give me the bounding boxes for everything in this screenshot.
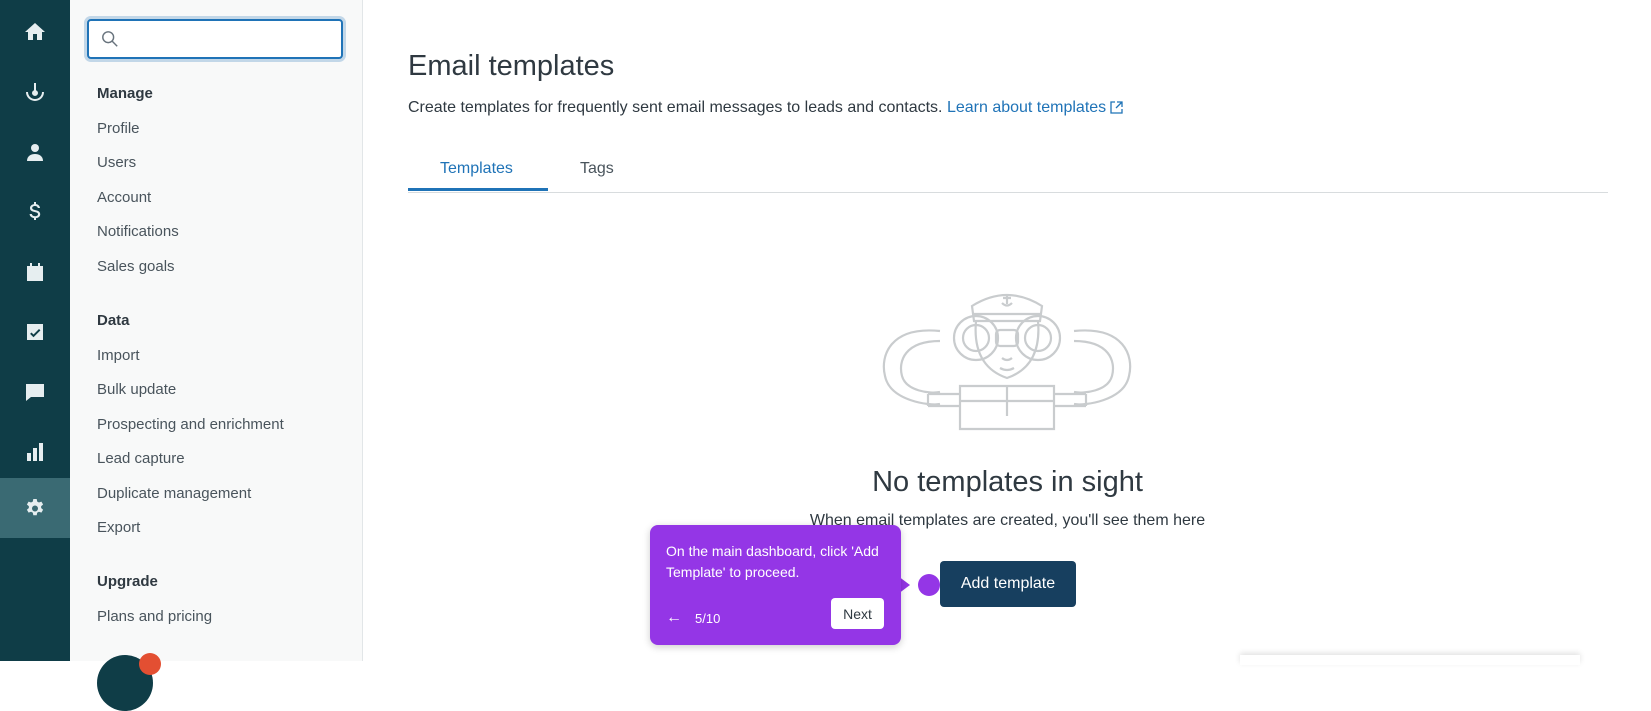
sidebar-item-users[interactable]: Users bbox=[97, 154, 136, 171]
description-text: Create templates for frequently sent ema… bbox=[408, 99, 943, 116]
sidebar-item-sales-goals[interactable]: Sales goals bbox=[97, 258, 175, 275]
rail-home[interactable] bbox=[0, 2, 70, 62]
tab-selected-indicator bbox=[408, 188, 548, 191]
reports-icon bbox=[27, 443, 43, 461]
tasks-icon bbox=[27, 324, 43, 340]
tour-tooltip: On the main dashboard, click 'Add Templa… bbox=[650, 525, 901, 645]
leads-icon bbox=[26, 83, 44, 101]
tab-tags[interactable]: Tags bbox=[580, 160, 614, 178]
chat-icon bbox=[26, 384, 44, 401]
learn-link-label: Learn about templates bbox=[946, 99, 1107, 116]
home-icon bbox=[25, 23, 45, 40]
section-data: Data bbox=[97, 312, 130, 329]
add-template-button[interactable]: Add template bbox=[940, 561, 1076, 607]
app-rail bbox=[0, 0, 70, 661]
empty-state-title: No templates in sight bbox=[872, 466, 1143, 498]
calendar-icon bbox=[27, 263, 43, 281]
sidebar-item-lead-capture[interactable]: Lead capture bbox=[97, 450, 185, 467]
notification-badge bbox=[139, 653, 161, 675]
rail-tasks[interactable] bbox=[0, 302, 70, 362]
settings-search[interactable] bbox=[87, 19, 343, 59]
sidebar-item-bulk-update[interactable]: Bulk update bbox=[97, 381, 176, 398]
learn-about-templates-link[interactable]: Learn about templates bbox=[947, 99, 1123, 116]
sailor-binoculars-illustration bbox=[882, 294, 1132, 431]
page-description: Create templates for frequently sent ema… bbox=[408, 99, 1123, 117]
sidebar-item-plans-pricing[interactable]: Plans and pricing bbox=[97, 608, 212, 625]
tab-bar: Templates Tags bbox=[408, 150, 1608, 193]
rail-contacts[interactable] bbox=[0, 122, 70, 182]
rail-calendar[interactable] bbox=[0, 242, 70, 302]
bottom-panel-edge bbox=[1240, 655, 1580, 665]
page-title: Email templates bbox=[408, 50, 615, 82]
sidebar-item-account[interactable]: Account bbox=[97, 189, 151, 206]
rail-leads[interactable] bbox=[0, 62, 70, 122]
tab-templates[interactable]: Templates bbox=[440, 160, 513, 178]
sidebar-item-profile[interactable]: Profile bbox=[97, 120, 140, 137]
section-manage: Manage bbox=[97, 85, 153, 102]
rail-chat[interactable] bbox=[0, 362, 70, 422]
search-input[interactable] bbox=[127, 24, 341, 54]
tour-step-counter: 5/10 bbox=[695, 611, 721, 626]
settings-sidebar: Manage Profile Users Account Notificatio… bbox=[70, 0, 363, 711]
tour-back-arrow-icon[interactable]: ← bbox=[666, 609, 682, 627]
search-icon bbox=[102, 31, 118, 47]
tour-hotspot[interactable] bbox=[918, 574, 940, 596]
section-upgrade: Upgrade bbox=[97, 573, 158, 590]
sidebar-item-import[interactable]: Import bbox=[97, 347, 140, 364]
external-link-icon bbox=[1110, 101, 1123, 114]
tour-next-button[interactable]: Next bbox=[831, 598, 884, 629]
sidebar-item-notifications[interactable]: Notifications bbox=[97, 223, 179, 240]
rail-deals[interactable] bbox=[0, 182, 70, 242]
tour-instruction: On the main dashboard, click 'Add Templa… bbox=[666, 543, 879, 580]
contact-icon bbox=[27, 144, 43, 161]
dollar-icon bbox=[29, 202, 41, 220]
sidebar-item-prospecting[interactable]: Prospecting and enrichment bbox=[97, 416, 284, 433]
